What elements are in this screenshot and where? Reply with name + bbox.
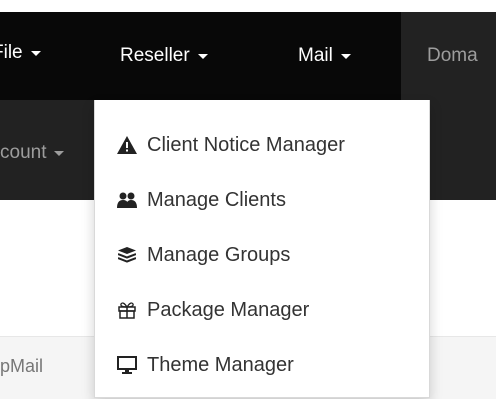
nav-reseller-menu[interactable]: Reseller [94, 12, 271, 100]
menu-item-label: Package Manager [147, 298, 310, 321]
nav-mail-menu[interactable]: Mail [271, 12, 401, 100]
menu-item-client-notice-manager[interactable]: Client Notice Manager [95, 120, 429, 170]
reseller-dropdown-menu: Client Notice Manager Manage Clients Man… [94, 100, 430, 398]
nav-account-menu[interactable]: count [0, 140, 94, 170]
menu-item-manage-clients[interactable]: Manage Clients [95, 175, 429, 225]
layers-icon [117, 245, 137, 265]
menu-item-label: Manage Groups [147, 243, 291, 266]
menu-item-theme-manager[interactable]: Theme Manager [95, 340, 429, 390]
nav-mail-label: Mail [298, 45, 333, 66]
users-icon [117, 190, 137, 210]
gift-icon [117, 300, 137, 320]
nav-reseller-label: Reseller [120, 45, 190, 66]
nav-account-label: count [0, 142, 47, 163]
warning-icon [117, 135, 137, 155]
menu-item-package-manager[interactable]: Package Manager [95, 285, 429, 335]
menu-item-label: Client Notice Manager [147, 133, 345, 156]
nav-file-menu[interactable]: File [0, 12, 94, 100]
nav-domains-label: Doma [427, 45, 478, 66]
chevron-down-icon [54, 150, 65, 156]
nav-domains-menu[interactable]: Doma [401, 12, 496, 100]
menu-item-label: Theme Manager [147, 353, 294, 376]
nav-file-label: File [0, 42, 23, 63]
breadcrumb-item[interactable]: pMail [0, 356, 43, 377]
chevron-down-icon [197, 53, 208, 59]
chevron-down-icon [30, 50, 41, 56]
chevron-down-icon [340, 53, 351, 59]
menu-item-manage-groups[interactable]: Manage Groups [95, 230, 429, 280]
monitor-icon [117, 355, 137, 375]
menu-item-label: Manage Clients [147, 188, 286, 211]
